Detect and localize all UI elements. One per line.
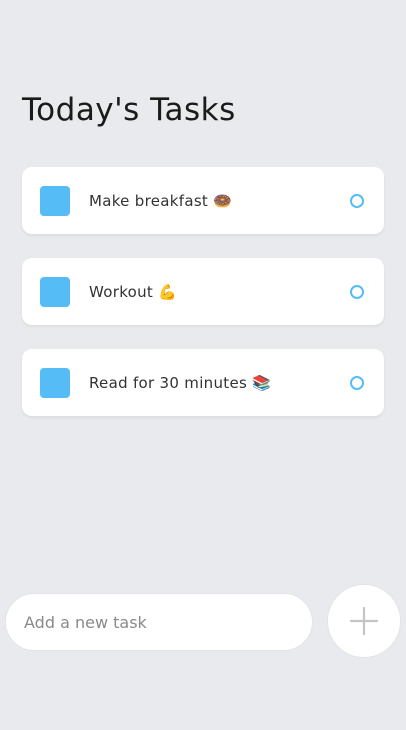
task-item[interactable]: Make breakfast 🍩 [22,167,384,234]
task-complete-toggle[interactable] [350,194,364,208]
task-list: Make breakfast 🍩 Workout 💪 Read for 30 m… [22,167,384,440]
new-task-input-wrapper [5,593,313,651]
new-task-input[interactable] [6,594,312,650]
task-complete-toggle[interactable] [350,376,364,390]
task-text: Read for 30 minutes 📚 [89,373,272,392]
task-complete-toggle[interactable] [350,285,364,299]
task-text: Make breakfast 🍩 [89,191,233,210]
task-text: Workout 💪 [89,282,178,301]
page-title: Today's Tasks [22,92,236,128]
task-square-icon [40,186,70,216]
plus-icon [350,607,378,635]
task-square-icon [40,368,70,398]
task-item[interactable]: Read for 30 minutes 📚 [22,349,384,416]
task-item[interactable]: Workout 💪 [22,258,384,325]
add-task-button[interactable] [327,584,401,658]
task-square-icon [40,277,70,307]
